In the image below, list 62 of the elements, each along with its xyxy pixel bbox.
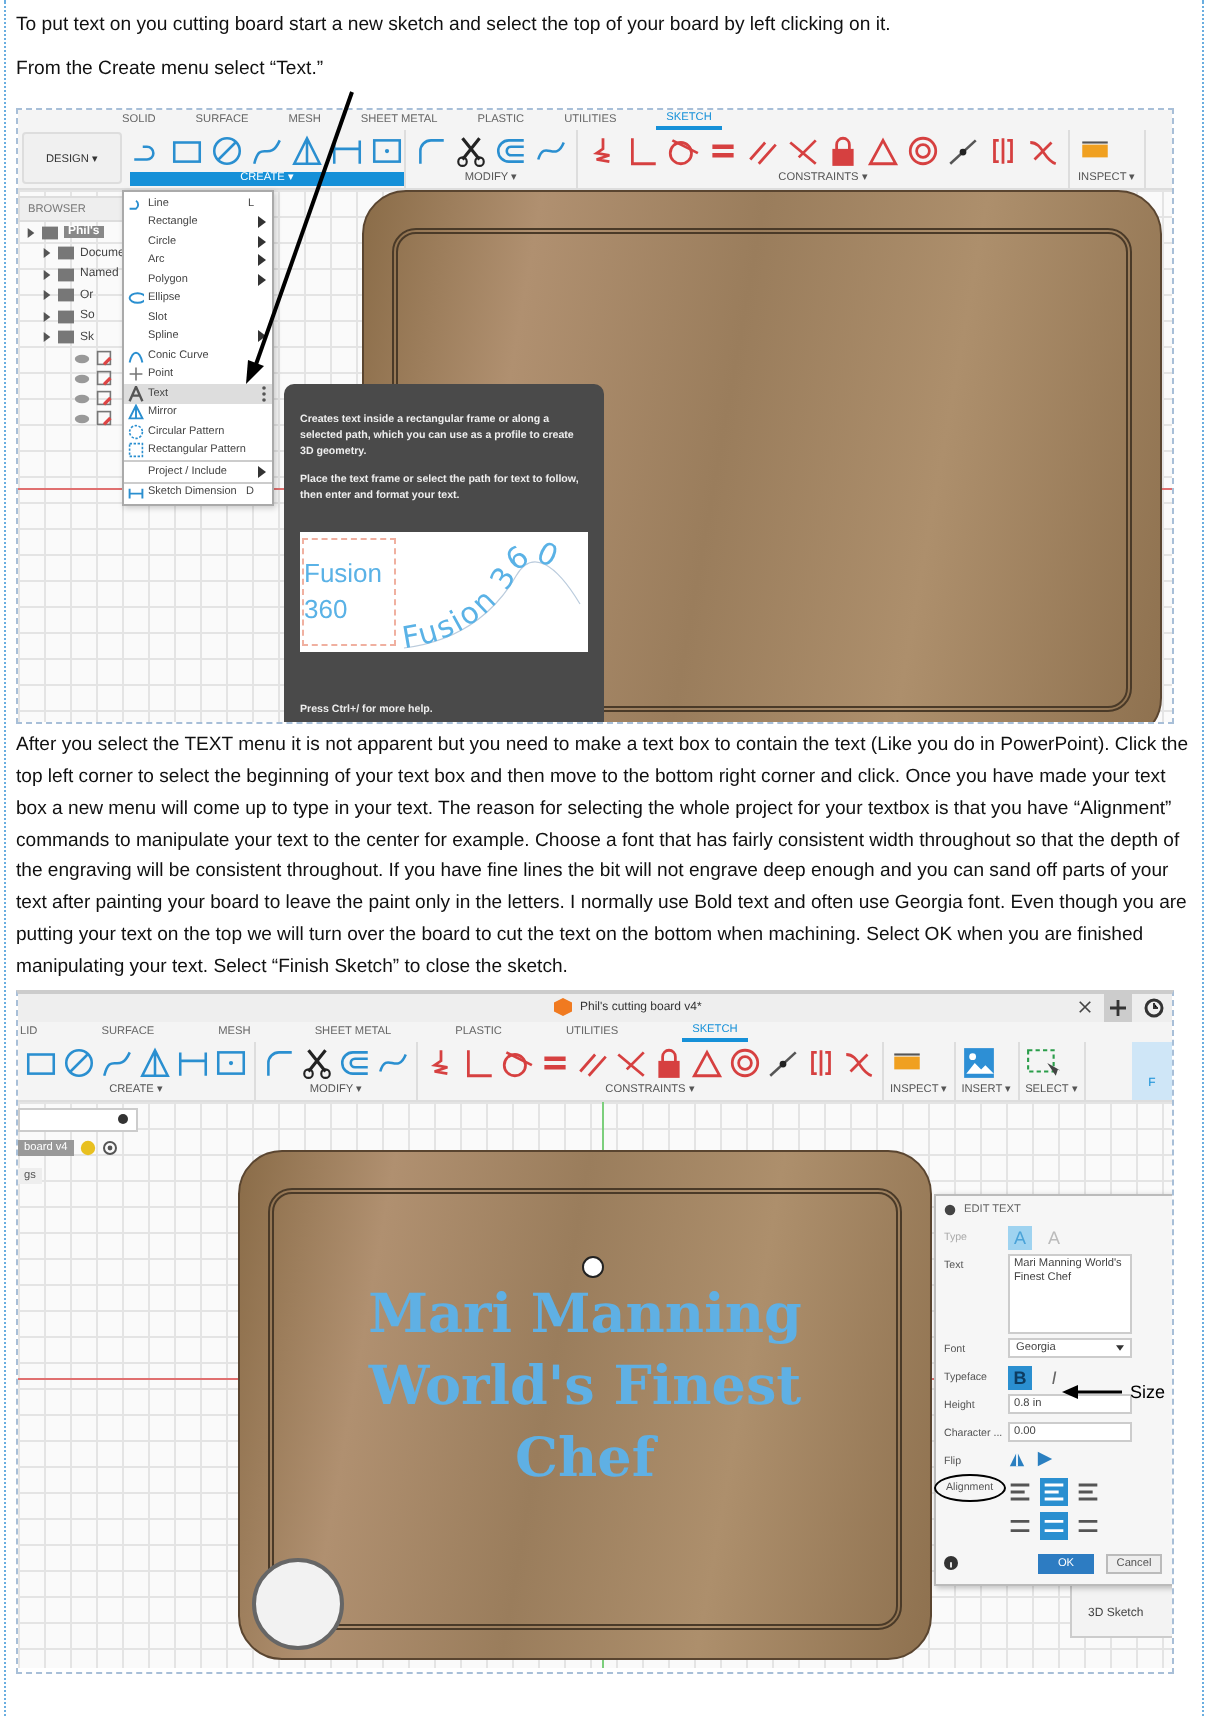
pointer-arrow [1062,1383,1122,1400]
caret-icon [1116,1343,1124,1352]
toggle-button[interactable]: I [1042,1365,1066,1390]
crossing-lines-icon[interactable] [786,134,820,169]
arch-icon [128,347,144,364]
plus-icon[interactable] [1104,993,1132,1022]
circle-icon[interactable] [210,134,244,169]
round-hole [252,1557,344,1650]
cube-icon [554,998,572,1017]
close-icon[interactable] [1078,1000,1092,1015]
midpoint-icon[interactable] [946,134,980,169]
instruction-text: To put text on you cutting board start a new sketch and select the top of your board by left clicking on it. [16,12,893,40]
sketch-icon [96,390,112,407]
image-icon[interactable] [961,1045,996,1080]
sample-text: Fusion [304,556,385,593]
align-icon[interactable] [1039,1511,1068,1540]
lock-icon[interactable] [652,1045,686,1080]
right-angle-icon[interactable] [462,1045,496,1080]
text-handle[interactable] [582,1255,604,1278]
info-icon[interactable] [944,1556,958,1571]
sketch-icon [96,350,112,367]
scissors-icon[interactable] [454,134,488,169]
engraving-text: World's Finest [368,1353,802,1422]
dotted-circle-icon [128,423,144,440]
lock-icon[interactable] [826,134,860,169]
triangle-icon[interactable] [690,1045,724,1080]
engraving-text: Mari Manning [368,1281,802,1350]
flip-vertical-icon[interactable] [1008,1449,1026,1468]
engraving-text: Chef [515,1425,655,1494]
sketch-icon [96,370,112,387]
annotation-text: Size [1130,1381,1166,1402]
instruction-text: From the Create menu select “Text.” [16,55,326,84]
circle-icon[interactable] [62,1045,96,1080]
sketch-icon [96,410,112,427]
dotted-square-icon [128,442,144,459]
sample-text: 360 [304,592,350,629]
submenu-arrow-icon [258,465,266,478]
triangle-icon[interactable] [866,134,900,169]
spline-icon[interactable] [250,134,284,169]
selection-box-icon[interactable] [1025,1045,1060,1080]
align-icon[interactable] [1039,1477,1068,1506]
triangle-icon[interactable] [138,1045,172,1080]
instruction-text: After you select the TEXT menu it is not apparent but you need to make a text box to contain the text (Like you do in PowerPoint). Click the top left corner to select the beginning of your text box and then move to the bottom right corner and click. Once you have made your text box a new menu will come up to type in your text. The reason for selecting the whole project for your textbox is that you have “Alignment” commands to manipulate your text to the center for example. Choose a font that has fairly consistent width throughout so that the depth of the engraving will be consistent throughout. If you have fine lines the bit will not engrave deep enough and you can sand off parts of your text after painting your board to leave the paint only in the letters. I normally use Bold text and often use Georgia font. Even though you are putting your text on the top we will turn over the board to cut the text on the bottom when machining. Select OK when you are finished manipulating your text. Select “Finish Sketch” to close the sketch. [16,732,1190,982]
target-icon[interactable] [101,1139,118,1156]
submenu-arrow-icon [258,330,266,343]
concentric-circles-icon[interactable] [906,134,940,169]
triangle-icon [128,404,144,421]
search-field[interactable] [18,1107,138,1132]
circle-tangent-icon[interactable] [500,1045,534,1080]
dot-icon [118,1114,128,1125]
circle-tangent-icon[interactable] [666,134,700,169]
right-angle-icon[interactable] [626,134,660,169]
dimension-icon [128,484,144,501]
scissors-icon[interactable] [300,1045,334,1080]
line-icon [128,195,144,212]
point-icon [128,366,144,383]
point-icon[interactable] [214,1045,248,1080]
letter-icon [128,385,144,402]
flip-horizontal-icon[interactable] [1036,1449,1054,1468]
clock-icon[interactable] [1144,997,1164,1018]
concentric-circles-icon[interactable] [728,1045,762,1080]
dimension-icon[interactable] [330,134,364,169]
